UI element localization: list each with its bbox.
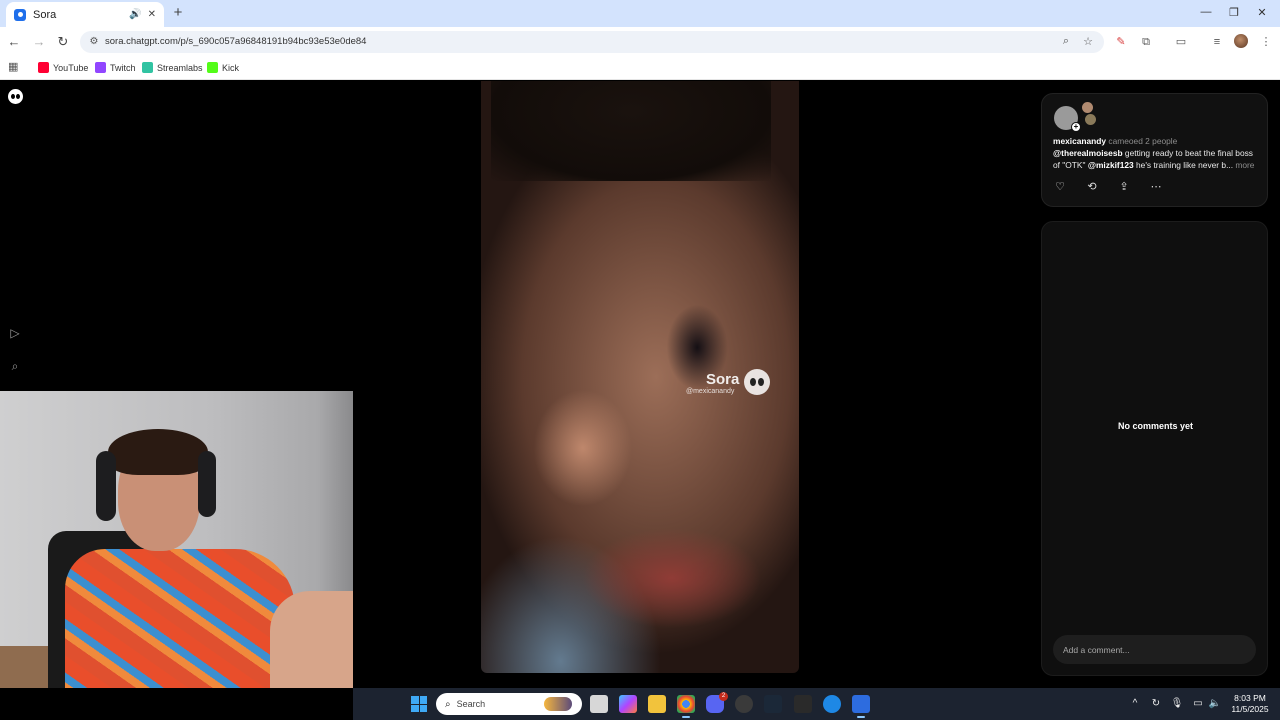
mention-link[interactable]: @mizkif123 (1088, 160, 1134, 170)
clock-time: 8:03 PM (1234, 693, 1266, 703)
bookmark-twitch[interactable]: Twitch (95, 62, 136, 73)
no-comments-text: No comments yet (1117, 421, 1194, 431)
caption-text: he's training like never b... (1133, 160, 1234, 170)
post-caption: mexicanandy cameoed 2 people @therealmoi… (1053, 135, 1259, 171)
watermark-brand: Sora (706, 371, 740, 388)
bookmark-youtube[interactable]: YouTube (38, 62, 88, 73)
search-icon[interactable]: ⌕ (8, 359, 22, 373)
bookmark-kick[interactable]: Kick (207, 62, 239, 73)
bookmark-streamlabs[interactable]: Streamlabs (142, 62, 203, 73)
network-icon[interactable]: ▭ (1191, 697, 1205, 711)
tray-sync-icon[interactable]: ↻ (1149, 697, 1163, 711)
cameo-avatar[interactable] (1085, 114, 1096, 125)
clock-date: 11/5/2025 (1231, 704, 1269, 714)
epic-games-icon[interactable] (794, 695, 812, 713)
windows-taskbar: ⌕ Search 2 ^ ↻ 🎙 ▭ 🔈 8:03 PM 11/5/2025 (353, 688, 1280, 720)
taskbar-search[interactable]: ⌕ Search (436, 693, 582, 715)
bookmark-star-icon[interactable]: ☆ (1081, 35, 1095, 48)
remix-icon[interactable]: ⟲ (1085, 180, 1099, 194)
site-info-icon[interactable]: ⚙ (88, 36, 100, 48)
webcam-overlay (0, 391, 353, 688)
tab-title: Sora (33, 8, 57, 21)
new-tab-button[interactable]: + (170, 5, 186, 21)
sora-ghost-icon (744, 369, 770, 395)
cameo-text: cameoed 2 people (1108, 136, 1178, 146)
minimize-button[interactable]: — (1198, 6, 1214, 18)
windows-start-icon[interactable] (411, 696, 427, 712)
sora-logo-icon[interactable] (8, 89, 23, 104)
bookmark-label: Twitch (110, 62, 136, 73)
bookmarks-bar: ▦ YouTube Twitch Streamlabs Kick (0, 57, 1280, 80)
bookmark-label: Streamlabs (157, 62, 203, 73)
streamlabs-icon (142, 62, 153, 73)
restore-button[interactable]: ❐ (1226, 6, 1242, 19)
speaker-icon[interactable]: 🔊 (129, 9, 141, 20)
youtube-icon (38, 62, 49, 73)
kick-icon (207, 62, 218, 73)
more-options-icon[interactable]: ⋯ (1149, 180, 1163, 194)
cameo-avatar[interactable] (1082, 102, 1093, 113)
twitch-icon (95, 62, 106, 73)
file-explorer-icon[interactable] (648, 695, 666, 713)
chrome-icon[interactable] (677, 695, 695, 718)
extension-pen-icon[interactable]: ✎ (1114, 35, 1128, 49)
task-view-icon[interactable] (590, 695, 608, 713)
media-controls-icon[interactable]: ≡ (1210, 35, 1224, 49)
bookmark-label: YouTube (53, 62, 89, 73)
discord-icon[interactable]: 2 (706, 692, 728, 713)
search-highlight-icon (544, 697, 572, 711)
sora-watermark: Sora @mexicanandy (686, 369, 770, 395)
battlenet-icon[interactable] (823, 695, 841, 713)
follow-plus-icon[interactable]: + (1071, 122, 1081, 132)
browser-tab[interactable]: Sora 🔊 ✕ (6, 2, 164, 27)
bookmark-label: Kick (222, 62, 240, 73)
zoom-icon[interactable]: ⌕ (1059, 35, 1073, 48)
video-frame (491, 81, 771, 181)
video-player[interactable]: Sora @mexicanandy (481, 81, 799, 673)
tray-chevron-icon[interactable]: ^ (1128, 697, 1142, 711)
taskbar-search-label: Search (456, 699, 486, 709)
more-link[interactable]: more (1235, 160, 1254, 170)
cast-icon[interactable]: ▭ (1174, 35, 1188, 49)
search-icon: ⌕ (445, 698, 451, 710)
app-icon[interactable] (852, 695, 870, 718)
profile-avatar[interactable] (1234, 34, 1248, 48)
address-bar[interactable]: ⚙ sora.chatgpt.com/p/s_690c057a96848191b… (80, 31, 1104, 53)
forward-button[interactable]: → (31, 34, 47, 50)
copilot-icon[interactable] (619, 695, 637, 713)
share-icon[interactable]: ⇪ (1117, 180, 1131, 194)
window-close-button[interactable]: ✕ (1254, 6, 1270, 19)
watermark-username: @mexicanandy (686, 388, 735, 395)
tab-close-icon[interactable]: ✕ (148, 9, 156, 20)
apps-grid-icon[interactable]: ▦ (8, 62, 19, 73)
like-heart-icon[interactable]: ♡ (1053, 180, 1067, 194)
steam-icon[interactable] (764, 695, 782, 713)
discord-badge: 2 (719, 692, 728, 701)
address-url[interactable]: sora.chatgpt.com/p/s_690c057a96848191b94… (105, 36, 366, 47)
sora-favicon-icon (14, 8, 26, 21)
browser-toolbar: ← → ↻ ⚙ sora.chatgpt.com/p/s_690c057a968… (0, 27, 1280, 57)
post-info-card: + mexicanandy cameoed 2 people @therealm… (1041, 93, 1268, 207)
back-button[interactable]: ← (6, 34, 22, 50)
obs-icon[interactable] (735, 695, 753, 713)
comment-input[interactable] (1053, 635, 1256, 664)
sora-page: ▷ ⌕ Sora @mexicanandy + mexicanandy came… (0, 81, 1280, 688)
microphone-icon[interactable]: 🎙 (1170, 697, 1184, 711)
browser-tab-strip: Sora 🔊 ✕ + — ❐ ✕ (0, 0, 1280, 27)
system-clock[interactable]: 8:03 PM 11/5/2025 (1225, 693, 1275, 715)
reload-button[interactable]: ↻ (55, 34, 71, 50)
volume-icon[interactable]: 🔈 (1208, 697, 1222, 711)
extensions-puzzle-icon[interactable]: ⧉ (1139, 35, 1153, 49)
feed-play-icon[interactable]: ▷ (8, 326, 22, 340)
menu-dots-icon[interactable]: ⋮ (1259, 35, 1273, 49)
post-author[interactable]: mexicanandy (1053, 136, 1106, 146)
mention-link[interactable]: @therealmoisesb (1053, 148, 1123, 158)
comments-panel: No comments yet (1041, 221, 1268, 676)
